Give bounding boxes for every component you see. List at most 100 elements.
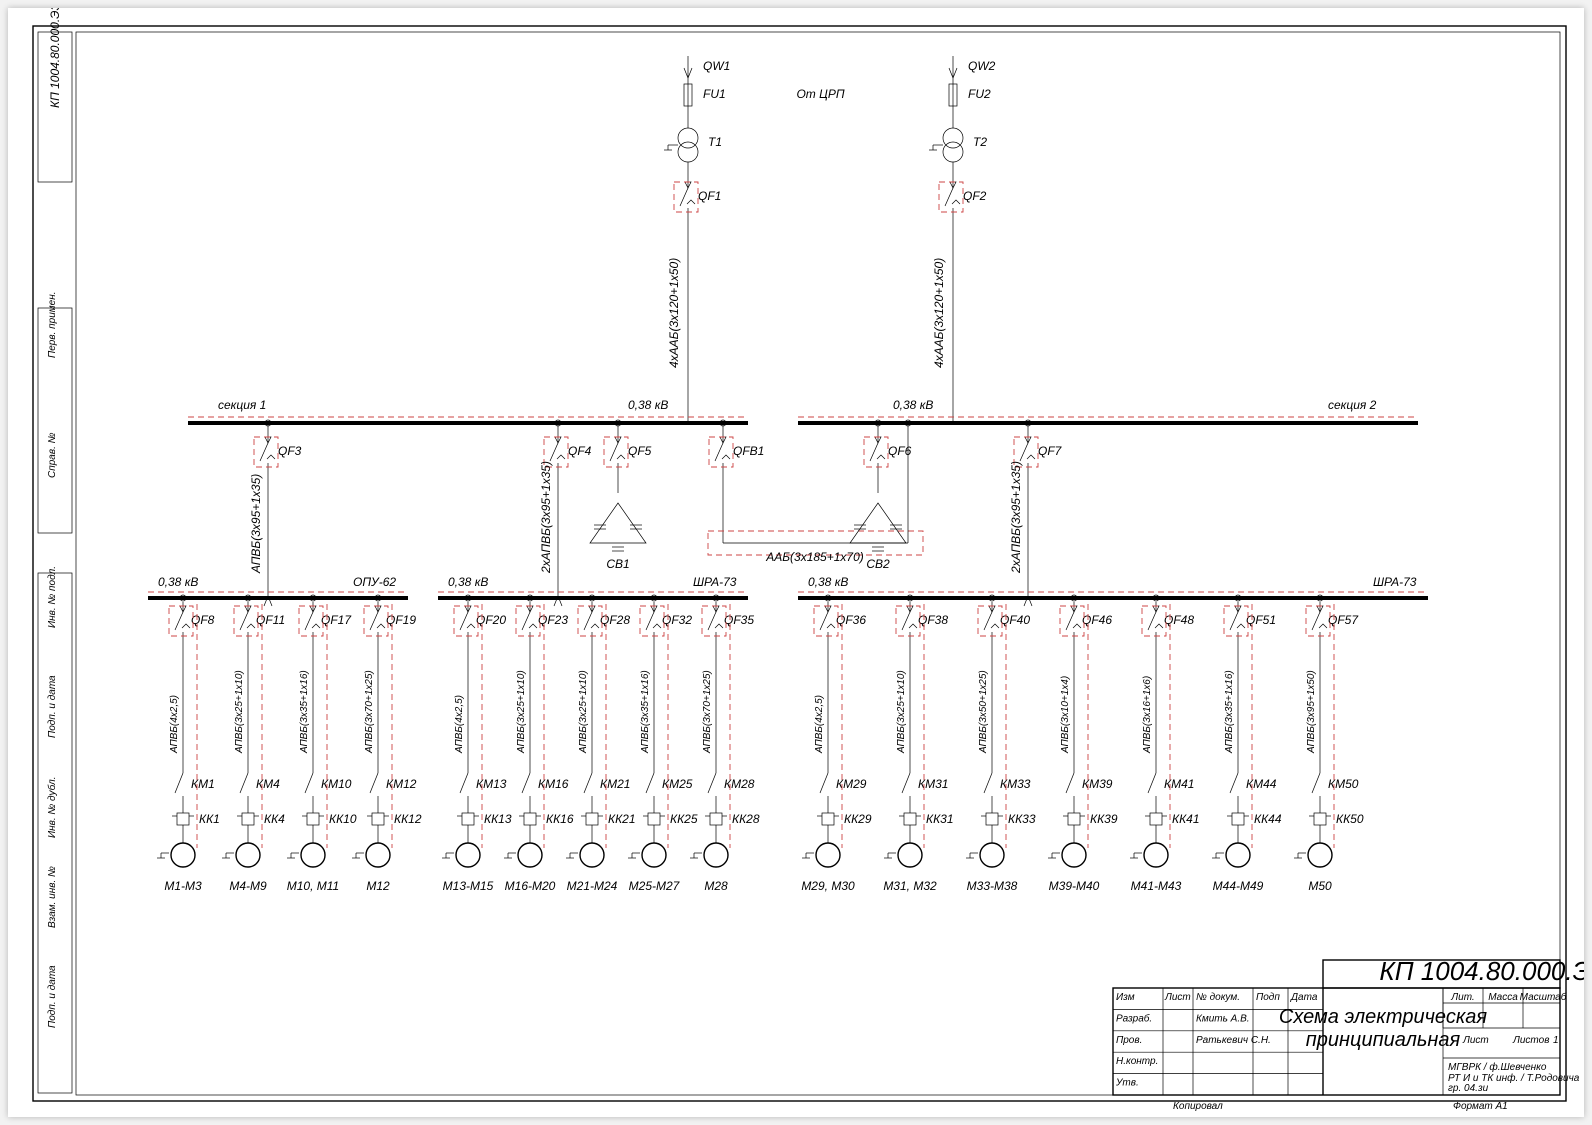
svg-text:QF6: QF6 — [888, 444, 912, 458]
svg-text:Ратькевич С.Н.: Ратькевич С.Н. — [1196, 1035, 1271, 1046]
svg-text:АПВБ(3x25+1x10): АПВБ(3x25+1x10) — [234, 670, 245, 754]
svg-text:М13-М15: М13-М15 — [443, 879, 494, 893]
svg-text:КК10: КК10 — [329, 812, 357, 826]
svg-text:Инв. № подл.: Инв. № подл. — [47, 566, 58, 628]
svg-text:ШРА-73: ШРА-73 — [693, 575, 737, 589]
svg-text:Пров.: Пров. — [1116, 1035, 1142, 1046]
svg-text:QF7: QF7 — [1038, 444, 1063, 458]
svg-text:АПВБ(3x70+1x25): АПВБ(3x70+1x25) — [702, 670, 713, 754]
svg-text:QF51: QF51 — [1246, 613, 1276, 627]
svg-text:QF32: QF32 — [662, 613, 692, 627]
svg-text:АПВБ(3x10+1x4): АПВБ(3x10+1x4) — [1060, 676, 1071, 754]
svg-text:М33-М38: М33-М38 — [967, 879, 1018, 893]
svg-text:QF5: QF5 — [628, 444, 652, 458]
svg-text:секция 1: секция 1 — [218, 398, 266, 412]
svg-text:FU1: FU1 — [703, 87, 726, 101]
svg-text:0,38 кВ: 0,38 кВ — [893, 398, 933, 412]
svg-text:Лит.: Лит. — [1450, 992, 1474, 1003]
svg-text:QF8: QF8 — [191, 613, 215, 627]
svg-text:АПВБ(3x70+1x25): АПВБ(3x70+1x25) — [364, 670, 375, 754]
svg-text:Масштаб: Масштаб — [1520, 991, 1567, 1003]
svg-text:М21-М24: М21-М24 — [567, 879, 618, 893]
svg-text:QF4: QF4 — [568, 444, 592, 458]
svg-text:АПВБ(3x35+1x16): АПВБ(3x35+1x16) — [1224, 670, 1235, 754]
svg-text:АПВБ(3x95+1x35): АПВБ(3x95+1x35) — [249, 474, 263, 574]
svg-text:КМ50: КМ50 — [1328, 777, 1359, 791]
svg-text:QF36: QF36 — [836, 613, 866, 627]
svg-text:Изм: Изм — [1116, 992, 1135, 1003]
svg-text:QFB1: QFB1 — [733, 444, 764, 458]
svg-text:КК16: КК16 — [546, 812, 574, 826]
svg-text:FU2: FU2 — [968, 87, 991, 101]
svg-text:АПВБ(4x2,5): АПВБ(4x2,5) — [454, 695, 465, 754]
svg-text:АПВБ(3x35+1x16): АПВБ(3x35+1x16) — [640, 670, 651, 754]
svg-text:М10, М11: М10, М11 — [287, 879, 339, 893]
svg-text:Утв.: Утв. — [1115, 1078, 1139, 1089]
svg-text:КМ12: КМ12 — [386, 777, 417, 791]
svg-text:КК13: КК13 — [484, 812, 512, 826]
svg-text:QF40: QF40 — [1000, 613, 1030, 627]
svg-text:Лист: Лист — [1462, 1035, 1489, 1046]
svg-text:КМ33: КМ33 — [1000, 777, 1031, 791]
svg-text:М12: М12 — [366, 879, 390, 893]
svg-text:КК28: КК28 — [732, 812, 760, 826]
svg-text:QF1: QF1 — [698, 189, 721, 203]
svg-text:№ докум.: № докум. — [1196, 992, 1240, 1003]
svg-text:М44-М49: М44-М49 — [1213, 879, 1264, 893]
svg-text:АПВБ(4x2,5): АПВБ(4x2,5) — [814, 695, 825, 754]
svg-text:Лист: Лист — [1164, 992, 1191, 1003]
svg-text:CB1: CB1 — [606, 557, 629, 571]
svg-text:КК29: КК29 — [844, 812, 872, 826]
single-line-diagram: QW1FU1T1QF14хААБ(3x120+1x50)QW2FU2T2QF24… — [148, 56, 1428, 893]
svg-text:Н.контр.: Н.контр. — [1116, 1056, 1158, 1067]
svg-text:КК25: КК25 — [670, 812, 698, 826]
svg-text:QF28: QF28 — [600, 613, 630, 627]
svg-text:Подп. и дата: Подп. и дата — [47, 965, 58, 1028]
svg-text:КК12: КК12 — [394, 812, 422, 826]
svg-text:КП 1004.80.000.ЭЗ: КП 1004.80.000.ЭЗ — [1379, 956, 1584, 986]
svg-text:МГВРК / ф.Шевченко: МГВРК / ф.Шевченко — [1448, 1061, 1547, 1073]
svg-text:М29, М30: М29, М30 — [801, 879, 855, 893]
svg-text:КМ13: КМ13 — [476, 777, 507, 791]
svg-text:М31, М32: М31, М32 — [883, 879, 937, 893]
svg-text:АПВБ(3x35+1x16): АПВБ(3x35+1x16) — [299, 670, 310, 754]
svg-text:QF2: QF2 — [963, 189, 987, 203]
svg-text:КК41: КК41 — [1172, 812, 1200, 826]
svg-text:Кмить А.В.: Кмить А.В. — [1196, 1013, 1250, 1024]
svg-text:QF35: QF35 — [724, 613, 754, 627]
svg-text:T2: T2 — [973, 135, 987, 149]
svg-text:От ЦРП: От ЦРП — [796, 87, 844, 101]
svg-text:QF46: QF46 — [1082, 613, 1112, 627]
svg-text:Подп: Подп — [1256, 992, 1280, 1003]
svg-text:Разраб.: Разраб. — [1116, 1012, 1152, 1024]
svg-text:КМ4: КМ4 — [256, 777, 280, 791]
svg-text:0,38 кВ: 0,38 кВ — [448, 575, 488, 589]
svg-text:Перв. примен.: Перв. примен. — [47, 292, 58, 358]
svg-text:М16-М20: М16-М20 — [505, 879, 556, 893]
svg-text:QF17: QF17 — [321, 613, 352, 627]
svg-text:КМ28: КМ28 — [724, 777, 755, 791]
svg-text:КК39: КК39 — [1090, 812, 1118, 826]
svg-text:АПВБ(4x2,5): АПВБ(4x2,5) — [169, 695, 180, 754]
svg-text:КК4: КК4 — [264, 812, 285, 826]
svg-text:Листов: Листов — [1512, 1035, 1549, 1046]
svg-text:М39-М40: М39-М40 — [1049, 879, 1100, 893]
svg-text:QW1: QW1 — [703, 59, 730, 73]
svg-text:М28: М28 — [704, 879, 728, 893]
svg-text:4хААБ(3x120+1x50): 4хААБ(3x120+1x50) — [667, 258, 681, 368]
svg-text:0,38 кВ: 0,38 кВ — [158, 575, 198, 589]
svg-text:М50: М50 — [1308, 879, 1332, 893]
svg-text:КМ1: КМ1 — [191, 777, 215, 791]
svg-text:КМ21: КМ21 — [600, 777, 630, 791]
svg-text:Подп. и дата: Подп. и дата — [47, 675, 58, 738]
svg-text:КК1: КК1 — [199, 812, 220, 826]
svg-text:QF19: QF19 — [386, 613, 416, 627]
svg-text:КК31: КК31 — [926, 812, 954, 826]
svg-text:Инв. № дубл.: Инв. № дубл. — [46, 777, 58, 839]
svg-text:гр. 04.зи: гр. 04.зи — [1448, 1083, 1489, 1094]
svg-text:Справ. №: Справ. № — [47, 432, 58, 478]
svg-text:КМ31: КМ31 — [918, 777, 948, 791]
svg-text:QF48: QF48 — [1164, 613, 1194, 627]
svg-text:QF23: QF23 — [538, 613, 568, 627]
svg-text:КМ16: КМ16 — [538, 777, 569, 791]
